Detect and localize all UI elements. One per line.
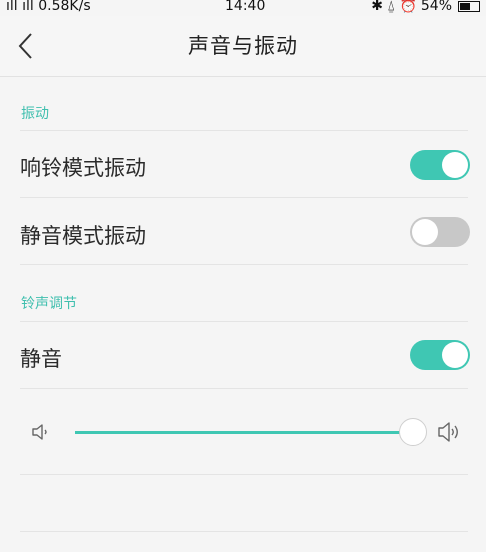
volume-slider-fill (75, 431, 402, 434)
toggle-knob (442, 152, 468, 178)
divider (20, 197, 468, 198)
ring-vibrate-toggle[interactable] (410, 150, 470, 180)
silent-vibrate-label: 静音模式振动 (20, 224, 146, 248)
volume-slider-thumb[interactable] (399, 418, 428, 446)
divider (20, 321, 468, 322)
section-label-ringtone: 铃声调节 (21, 296, 77, 312)
battery-icon (458, 0, 480, 12)
toggle-knob (442, 342, 468, 368)
network-status: ıll ıll 0.58K/s (6, 0, 91, 13)
ring-vibrate-label: 响铃模式振动 (20, 156, 146, 180)
silent-vibrate-toggle[interactable] (410, 217, 470, 247)
divider (20, 388, 468, 389)
network-speed: 0.58K/s (38, 0, 91, 14)
status-bar: ıll ıll 0.58K/s 14:40 ✱ ⍙ ⏰ 54% (0, 0, 486, 16)
app-header: 声音与振动 (0, 16, 486, 77)
signal-icon: ıll ıll (6, 0, 34, 14)
volume-high-icon (438, 422, 458, 442)
bluetooth-icon: ✱ (371, 0, 384, 14)
clock: 14:40 (225, 0, 266, 14)
battery-percent: 54% (420, 0, 452, 14)
divider (20, 474, 468, 475)
mute-toggle[interactable] (410, 340, 470, 370)
toggle-knob (412, 219, 438, 245)
mute-label: 静音 (20, 347, 62, 371)
volume-low-icon (32, 424, 47, 440)
page-title: 声音与振动 (188, 34, 298, 58)
divider (20, 264, 468, 265)
divider (20, 531, 468, 532)
divider (20, 130, 468, 131)
status-icons: ✱ ⍙ ⏰ 54% (371, 0, 480, 13)
bell-off-icon: ⍙ (387, 0, 396, 14)
section-label-vibration: 振动 (21, 106, 49, 122)
alarm-icon: ⏰ (399, 0, 417, 14)
